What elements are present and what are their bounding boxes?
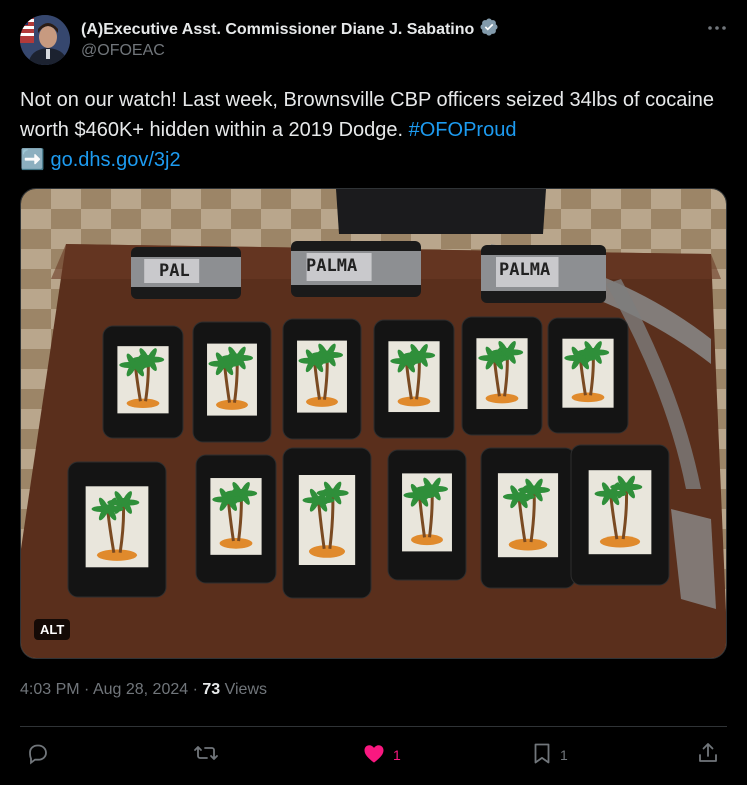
avatar[interactable] xyxy=(20,15,70,65)
verified-badge-icon xyxy=(479,17,499,42)
separator: · xyxy=(188,681,203,698)
tweet-body: Not on our watch! Last week, Brownsville… xyxy=(20,89,715,141)
views-count: 73 xyxy=(202,681,221,698)
tweet-url-link[interactable]: go.dhs.gov/3j2 xyxy=(50,149,180,171)
tweet-text: Not on our watch! Last week, Brownsville… xyxy=(20,85,720,175)
more-options-icon[interactable] xyxy=(705,16,729,40)
bookmark-icon xyxy=(530,741,554,770)
bookmark-button[interactable]: 1 xyxy=(530,738,568,772)
bookmark-count: 1 xyxy=(560,747,568,763)
alt-text-badge[interactable]: ALT xyxy=(34,619,71,640)
package-label-1: PALMA xyxy=(306,256,357,276)
author-name[interactable]: (A)Executive Asst. Commissioner Diane J.… xyxy=(81,21,474,39)
separator: · xyxy=(79,681,93,698)
like-count: 1 xyxy=(393,747,401,763)
package-label-0: PAL xyxy=(159,261,190,281)
tweet-time[interactable]: 4:03 PM xyxy=(20,681,80,698)
tweet-photo[interactable]: PAL PALMA PALMA xyxy=(20,188,727,659)
share-icon xyxy=(696,741,720,770)
like-button[interactable]: 1 xyxy=(361,738,401,772)
retweet-icon xyxy=(193,741,219,770)
divider xyxy=(20,726,727,727)
tweet-date[interactable]: Aug 28, 2024 xyxy=(93,681,188,698)
heart-filled-icon xyxy=(361,741,387,770)
reply-icon xyxy=(26,741,50,770)
arrow-right-emoji-icon: ➡️ xyxy=(20,149,45,171)
tweet-metadata: 4:03 PM · Aug 28, 2024 · 73 Views xyxy=(20,681,267,699)
action-bar: 1 1 xyxy=(20,738,727,772)
author-handle[interactable]: @OFOEAC xyxy=(81,42,165,60)
views-label: Views xyxy=(220,681,267,698)
share-button[interactable] xyxy=(696,738,720,772)
reply-button[interactable] xyxy=(26,738,56,772)
hashtag-link[interactable]: #OFOProud xyxy=(409,119,517,141)
retweet-button[interactable] xyxy=(193,738,225,772)
package-label-2: PALMA xyxy=(499,260,550,280)
